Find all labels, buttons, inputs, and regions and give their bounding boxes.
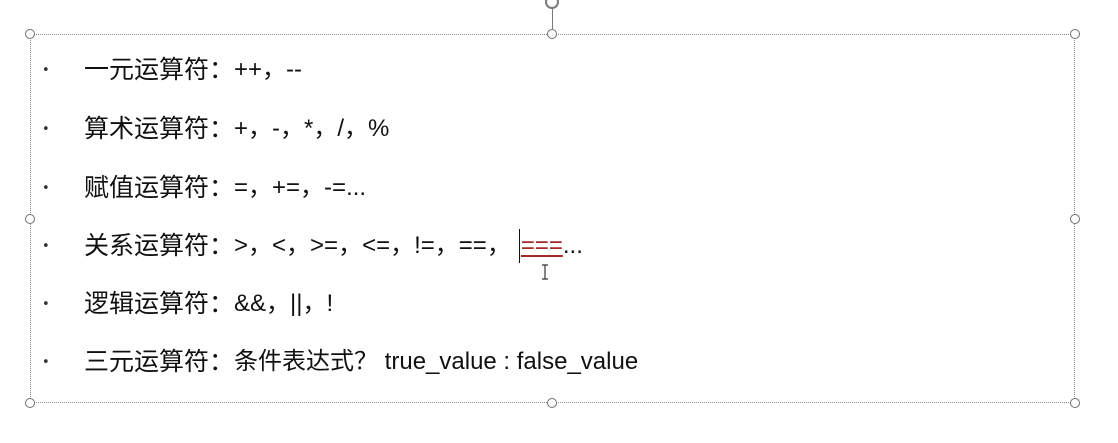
operator-list: ++，-- xyxy=(234,56,303,83)
operator-category-label: 一元运算符： xyxy=(84,55,235,84)
list-item-ternary-operator[interactable]: • 三元运算符： 条件表达式？ true_value : false_value xyxy=(42,345,638,379)
text-insertion-caret xyxy=(518,229,520,263)
operator-list: 条件表达式？ true_value : false_value xyxy=(234,348,639,375)
list-item-relational-operators[interactable]: • 关系运算符： >，<，>=，<=，!=，==， === ... xyxy=(42,229,583,263)
rotate-handle-icon[interactable] xyxy=(545,0,559,9)
bullet-icon: • xyxy=(42,62,50,78)
bullet-icon: • xyxy=(42,121,50,137)
operator-ellipsis: ... xyxy=(562,232,583,259)
bullet-icon: • xyxy=(42,238,50,254)
operator-list: >，<，>=，<=，!=，==， xyxy=(234,232,511,259)
bullet-icon: • xyxy=(42,296,50,312)
resize-handle-bottom-right[interactable] xyxy=(1070,398,1080,408)
resize-handle-top-left[interactable] xyxy=(25,29,35,39)
resize-handle-bottom-middle[interactable] xyxy=(547,398,557,408)
resize-handle-bottom-left[interactable] xyxy=(25,398,35,408)
operator-category-label: 赋值运算符： xyxy=(84,173,235,202)
bullet-icon: • xyxy=(42,180,50,196)
operator-list: +，-，*，/，% xyxy=(234,115,390,142)
list-item-arithmetic-operators[interactable]: • 算术运算符： +，-，*，/，% xyxy=(42,112,389,146)
operator-list: &&，||，! xyxy=(234,290,334,317)
operator-category-label: 三元运算符： xyxy=(84,347,235,376)
resize-handle-middle-left[interactable] xyxy=(25,214,35,224)
operator-list: =，+=，-=... xyxy=(234,174,367,201)
list-item-logical-operators[interactable]: • 逻辑运算符： &&，||，! xyxy=(42,287,333,321)
text-cursor-icon xyxy=(541,264,549,280)
strict-equality-highlight: === xyxy=(520,232,563,259)
rotation-stem xyxy=(552,7,553,29)
resize-handle-middle-right[interactable] xyxy=(1070,214,1080,224)
operator-category-label: 关系运算符： xyxy=(84,231,235,260)
bullet-icon: • xyxy=(42,354,50,370)
list-item-unary-operators[interactable]: • 一元运算符： ++，-- xyxy=(42,53,302,87)
resize-handle-top-right[interactable] xyxy=(1070,29,1080,39)
operator-category-label: 逻辑运算符： xyxy=(84,289,235,318)
operator-category-label: 算术运算符： xyxy=(84,114,235,143)
resize-handle-top-middle[interactable] xyxy=(547,29,557,39)
list-item-assignment-operators[interactable]: • 赋值运算符： =，+=，-=... xyxy=(42,171,366,205)
